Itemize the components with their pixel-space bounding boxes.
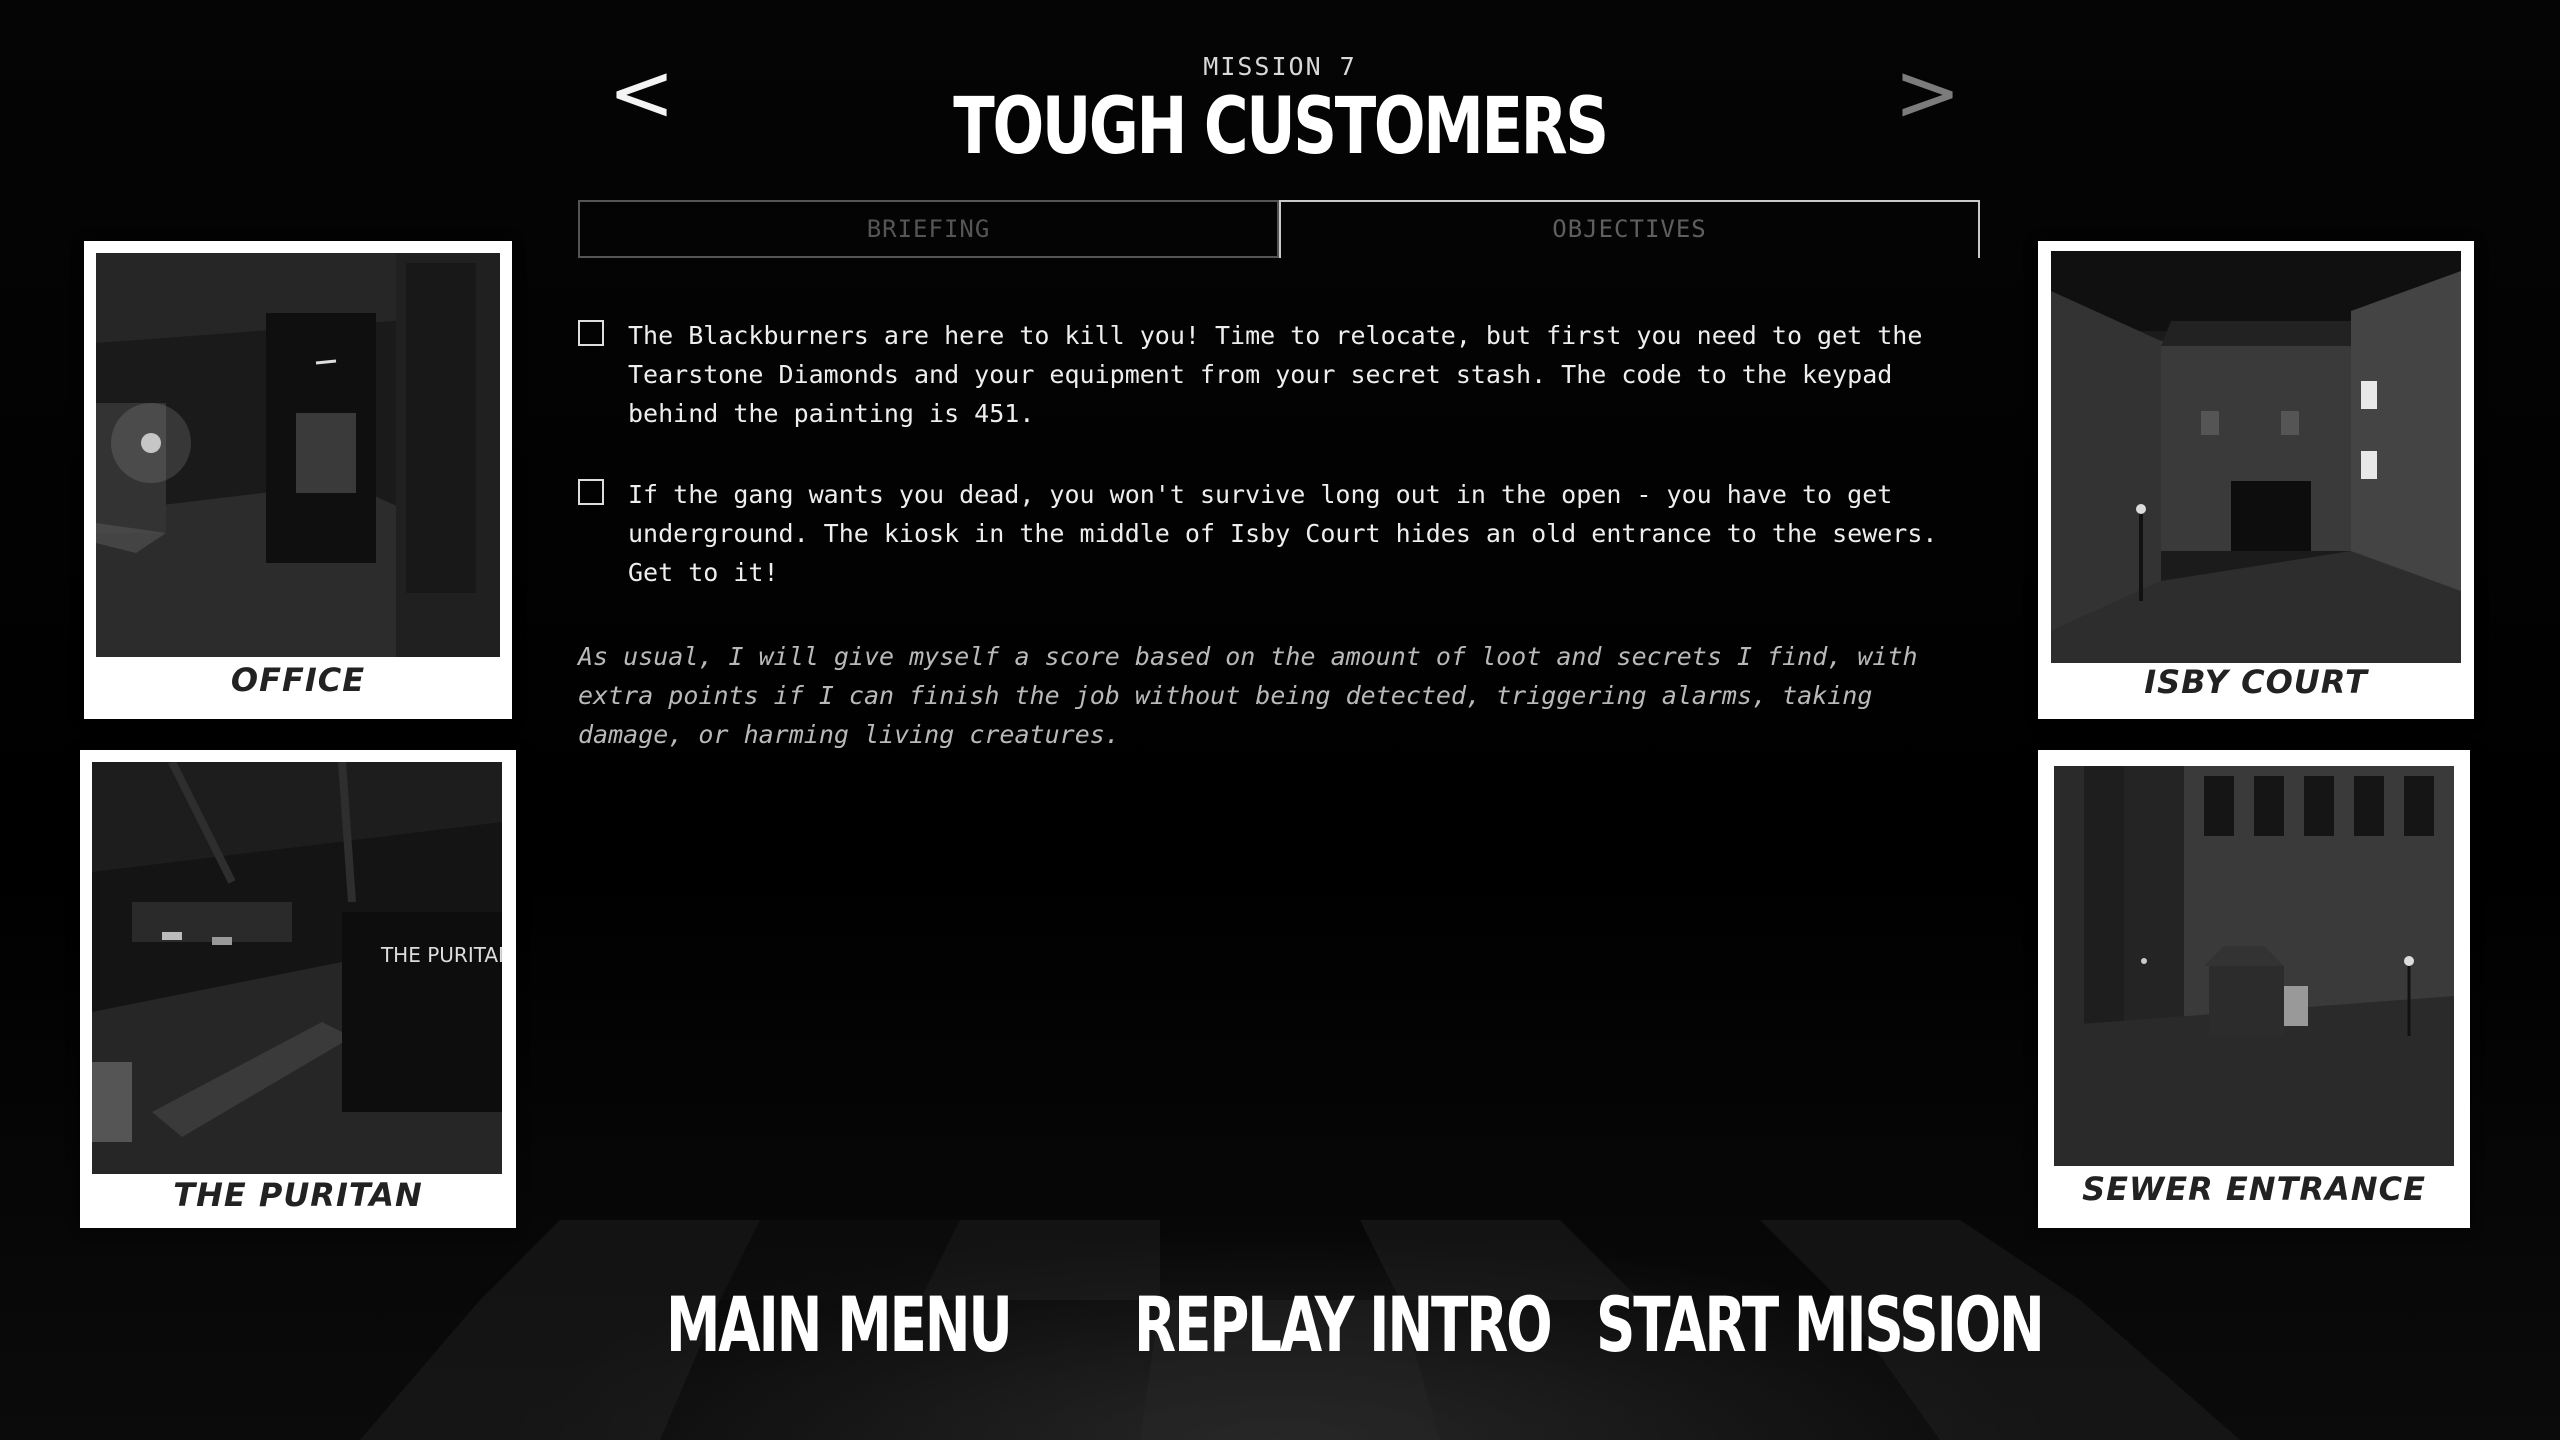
office-photo-image — [96, 253, 500, 657]
tab-briefing[interactable]: BRIEFING — [578, 200, 1279, 258]
objective-text: The Blackburners are here to kill you! T… — [628, 321, 1923, 428]
sewer-entrance-photo-image — [2054, 766, 2454, 1166]
objective-text: If the gang wants you dead, you won't su… — [628, 480, 1938, 587]
photo-caption: SEWER ENTRANCE — [2082, 1170, 2426, 1208]
start-mission-button[interactable]: START MISSION — [1596, 1280, 2045, 1369]
photo-isby-court[interactable]: ISBY COURT — [2038, 241, 2474, 719]
puritan-photo-image: THE PURITAN — [92, 762, 502, 1174]
photo-caption: OFFICE — [230, 661, 366, 699]
photo-caption: ISBY COURT — [2144, 663, 2368, 701]
photo-the-puritan[interactable]: THE PURITAN THE PURITAN — [80, 750, 516, 1228]
mission-number: MISSION 7 — [1203, 52, 1357, 81]
photo-sewer-entrance[interactable]: SEWER ENTRANCE — [2038, 750, 2470, 1228]
mission-title: TOUGH CUSTOMERS — [953, 82, 1609, 172]
objective-item: The Blackburners are here to kill you! T… — [578, 316, 1978, 433]
objective-checkbox[interactable] — [578, 320, 604, 346]
isby-court-photo-image — [2051, 251, 2461, 663]
main-menu-button[interactable]: MAIN MENU — [666, 1280, 1013, 1369]
objective-item: If the gang wants you dead, you won't su… — [578, 475, 1978, 592]
replay-intro-button[interactable]: REPLAY INTRO — [1134, 1280, 1553, 1369]
puritan-sign: THE PURITAN — [380, 943, 502, 967]
tab-objectives[interactable]: OBJECTIVES — [1279, 200, 1980, 258]
photo-caption: THE PURITAN — [173, 1176, 423, 1214]
objective-checkbox[interactable] — [578, 479, 604, 505]
photo-office[interactable]: OFFICE — [84, 241, 512, 719]
tab-bar: BRIEFING OBJECTIVES — [578, 200, 1980, 258]
score-note: As usual, I will give myself a score bas… — [578, 642, 1918, 749]
